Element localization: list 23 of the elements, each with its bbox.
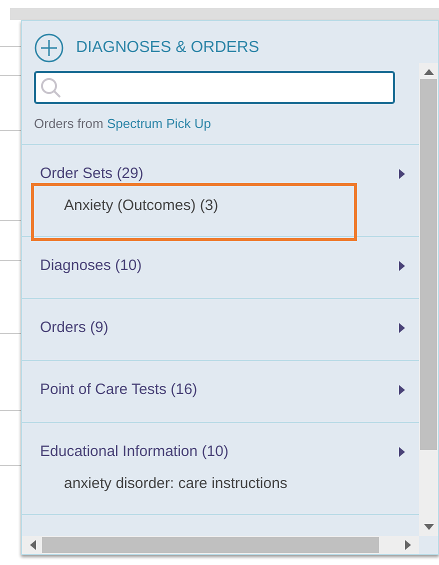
scroll-arrow-icon[interactable] [405, 540, 411, 550]
caret-icon [399, 168, 405, 179]
horizontal-scrollbar[interactable] [22, 536, 419, 554]
caret-icon [399, 446, 405, 457]
section-heading[interactable]: Orders (9) [40, 316, 108, 339]
list-item[interactable]: Anxiety (Outcomes) (3) [40, 195, 405, 218]
caret-icon [399, 322, 405, 333]
list-item[interactable]: anxiety disorder: care instructions [40, 473, 405, 496]
search-icon [40, 76, 62, 98]
scroll-arrow-icon[interactable] [424, 69, 434, 75]
section-heading[interactable]: Point of Care Tests (16) [40, 378, 198, 401]
panel-title: DIAGNOSES & ORDERS [76, 38, 260, 58]
vertical-scrollbar[interactable] [419, 63, 438, 536]
section-heading[interactable]: Educational Information (10) [40, 440, 228, 463]
section-heading[interactable]: Order Sets (29) [40, 162, 144, 185]
section-heading[interactable]: Diagnoses (10) [40, 254, 142, 277]
caret-icon [399, 260, 405, 271]
scroll-arrow-icon[interactable] [30, 540, 36, 550]
search-field[interactable] [34, 71, 395, 104]
scroll-arrow-icon[interactable] [424, 524, 434, 530]
caret-icon [399, 384, 405, 395]
add-icon[interactable] [34, 33, 64, 63]
source-text: Orders from Spectrum Pick Up [34, 115, 212, 133]
